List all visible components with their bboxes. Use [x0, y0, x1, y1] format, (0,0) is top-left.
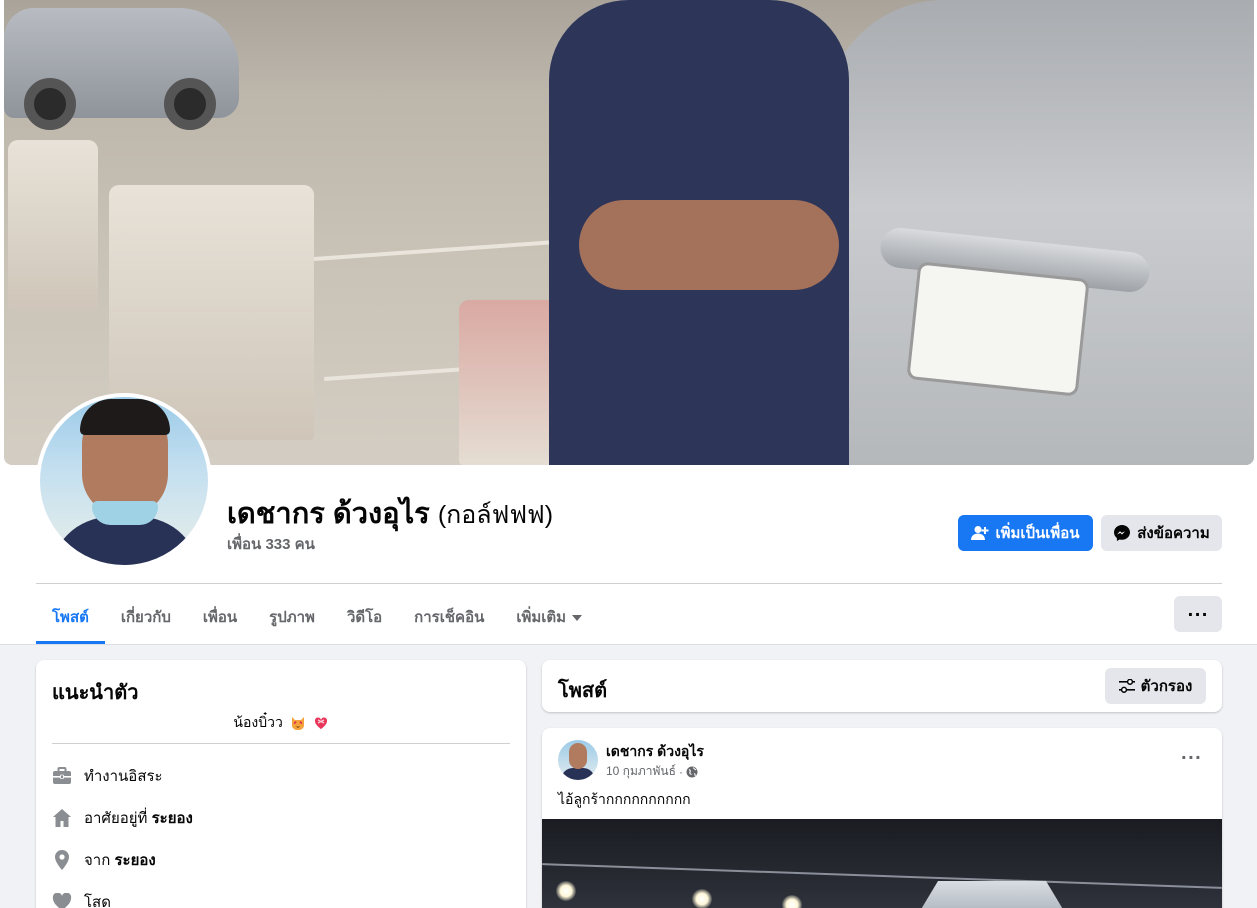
post-options-button[interactable]: ···	[1181, 748, 1202, 767]
profile-name-text: เดชากร ด้วงอุไร	[227, 498, 430, 530]
tab-videos[interactable]: วิดีโอ	[331, 590, 398, 644]
heart-eyes-cat-emoji-icon	[291, 717, 304, 731]
message-button[interactable]: ส่งข้อความ	[1101, 515, 1222, 551]
header-divider	[36, 583, 1222, 584]
tab-posts[interactable]: โพสต์	[36, 590, 105, 644]
profile-avatar[interactable]	[36, 393, 212, 569]
messenger-icon	[1114, 525, 1131, 541]
cover-photo[interactable]	[4, 0, 1254, 465]
license-plate	[906, 261, 1090, 397]
home-icon	[52, 808, 72, 828]
location-pin-icon	[52, 850, 72, 870]
more-options-button[interactable]: ···	[1174, 596, 1222, 632]
posts-header-card: โพสต์ ตัวกรอง	[542, 660, 1222, 712]
heart-icon	[52, 892, 72, 908]
add-friend-label: เพิ่มเป็นเพื่อน	[995, 525, 1080, 542]
intro-from: จาก ระยอง	[52, 848, 156, 872]
tab-more[interactable]: เพิ่มเติม	[500, 590, 598, 644]
post-text: ไอ้ลูกร้ากกกกกกกกกก	[558, 791, 691, 807]
intro-bio: น้องบิ๋วว	[36, 712, 526, 734]
post-photo[interactable]	[542, 819, 1222, 908]
tab-label: เกี่ยวกับ	[120, 609, 171, 626]
filter-button[interactable]: ตัวกรอง	[1105, 668, 1206, 704]
posts-title: โพสต์	[558, 680, 608, 702]
intro-work-text: ทำงานอิสระ	[84, 768, 163, 785]
post-card: เดชากร ด้วงอุไร 10 กุมภาพันธ์ · ··· ไอ้ล…	[542, 728, 1222, 908]
tab-checkins[interactable]: การเช็คอิน	[398, 590, 500, 644]
cover-car-left	[4, 8, 239, 130]
intro-divider	[52, 743, 510, 744]
tab-photos[interactable]: รูปภาพ	[253, 590, 331, 644]
message-label: ส่งข้อความ	[1137, 525, 1210, 542]
tab-label: รูปภาพ	[269, 609, 315, 626]
tab-label: วิดีโอ	[346, 609, 383, 626]
friend-count[interactable]: เพื่อน 333 คน	[227, 532, 315, 556]
intro-from-place[interactable]: ระยอง	[114, 852, 155, 869]
profile-alternate-name: (กอล์ฟฟฟ)	[437, 501, 554, 529]
post-author-avatar[interactable]	[558, 740, 598, 780]
intro-from-text: จาก	[84, 852, 115, 869]
tab-label: เพิ่มเติม	[516, 609, 567, 626]
tab-label: เพื่อน	[202, 609, 238, 626]
caret-down-icon	[572, 615, 583, 621]
add-friend-button[interactable]: เพิ่มเป็นเพื่อน	[958, 515, 1093, 551]
intro-relationship: โสด	[52, 890, 111, 908]
intro-lives-in-text: อาศัยอยู่ที่	[84, 810, 152, 827]
intro-bio-text: น้องบิ๋วว	[233, 714, 283, 730]
post-date[interactable]: 10 กุมภาพันธ์	[606, 762, 676, 781]
profile-header: เดชากร ด้วงอุไร (กอล์ฟฟฟ) เพื่อน 333 คน …	[0, 0, 1257, 645]
tab-friends[interactable]: เพื่อน	[187, 590, 253, 644]
intro-lives-in-place[interactable]: ระยอง	[152, 810, 193, 827]
briefcase-icon	[52, 766, 72, 786]
intro-relationship-text: โสด	[84, 894, 111, 908]
intro-work: ทำงานอิสระ	[52, 764, 163, 788]
tab-about[interactable]: เกี่ยวกับ	[105, 590, 187, 644]
profile-name: เดชากร ด้วงอุไร (กอล์ฟฟฟ)	[227, 490, 553, 536]
post-author-name[interactable]: เดชากร ด้วงอุไร	[606, 741, 704, 763]
globe-icon	[686, 766, 698, 777]
heart-ribbon-emoji-icon	[314, 717, 327, 730]
cover-person	[549, 0, 849, 465]
post-meta-separator: ·	[678, 764, 683, 779]
filter-icon	[1118, 679, 1135, 693]
intro-lives-in: อาศัยอยู่ที่ ระยอง	[52, 806, 193, 830]
intro-card: แนะนำตัว น้องบิ๋วว ทำงานอิสระ อาศัยอยู่ท…	[36, 660, 526, 908]
tab-label: การเช็คอิน	[414, 609, 485, 626]
intro-title: แนะนำตัว	[52, 682, 139, 704]
tab-label: โพสต์	[52, 609, 89, 626]
profile-tabs: โพสต์ เกี่ยวกับ เพื่อน รูปภาพ วิดีโอ การ…	[36, 590, 598, 644]
filter-label: ตัวกรอง	[1140, 678, 1193, 695]
post-meta: 10 กุมภาพันธ์ ·	[606, 762, 698, 781]
add-friend-icon	[971, 526, 989, 540]
